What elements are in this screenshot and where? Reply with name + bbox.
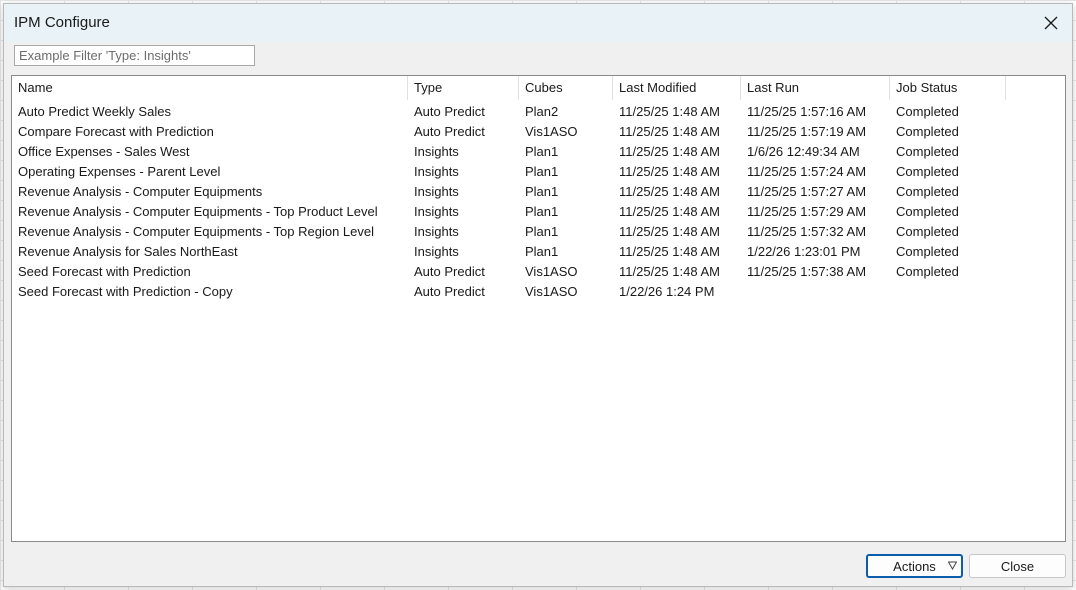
table-row[interactable]: Revenue Analysis - Computer Equipments In… xyxy=(12,182,1065,202)
cell-name: Seed Forecast with Prediction xyxy=(18,264,191,279)
close-button-label: Close xyxy=(1000,558,1035,574)
close-icon xyxy=(1044,16,1058,30)
column-header-job-status[interactable]: Job Status xyxy=(890,76,1006,100)
cell-job-status: Completed xyxy=(896,204,959,219)
table-row[interactable]: Seed Forecast with Prediction Auto Predic… xyxy=(12,262,1065,282)
cell-name: Revenue Analysis - Computer Equipments -… xyxy=(18,224,375,239)
list-header: Name Type Cubes Last Modified Last Run J… xyxy=(12,76,1065,100)
cell-last-run: 1/22/26 1:23:01 PM xyxy=(747,244,861,259)
cell-name: Auto Predict Weekly Sales xyxy=(18,104,171,119)
dialog-title: IPM Configure xyxy=(14,14,110,31)
cell-type: Auto Predict xyxy=(414,284,485,299)
cell-type: Auto Predict xyxy=(414,104,485,119)
jobs-list[interactable]: Name Type Cubes Last Modified Last Run J… xyxy=(11,75,1066,542)
cell-job-status: Completed xyxy=(896,124,959,139)
actions-button-label: Actions xyxy=(893,558,936,574)
cell-name: Office Expenses - Sales West xyxy=(18,144,190,159)
cell-name: Operating Expenses - Parent Level xyxy=(18,164,221,179)
table-row[interactable]: Seed Forecast with Prediction - Copy Auto… xyxy=(12,282,1065,302)
cell-job-status: Completed xyxy=(896,224,959,239)
cell-last-run: 11/25/25 1:57:19 AM xyxy=(747,124,867,139)
cell-cubes: Vis1ASO xyxy=(525,124,578,139)
cell-cubes: Plan1 xyxy=(525,224,559,239)
table-row[interactable]: Revenue Analysis - Computer Equipments -… xyxy=(12,222,1065,242)
close-window-button[interactable] xyxy=(1036,8,1066,38)
table-row[interactable]: Compare Forecast with Prediction Auto Pre… xyxy=(12,122,1065,142)
cell-name: Revenue Analysis - Computer Equipments -… xyxy=(18,204,378,219)
column-header-last-run[interactable]: Last Run xyxy=(741,76,890,100)
cell-last-modified: 11/25/25 1:48 AM xyxy=(619,204,720,219)
column-header-type[interactable]: Type xyxy=(408,76,519,100)
cell-last-run: 11/25/25 1:57:27 AM xyxy=(747,184,867,199)
cell-job-status: Completed xyxy=(896,264,959,279)
cell-cubes: Plan2 xyxy=(525,104,559,119)
cell-last-modified: 1/22/26 1:24 PM xyxy=(619,284,715,299)
cell-last-modified: 11/25/25 1:48 AM xyxy=(619,144,720,159)
cell-job-status: Completed xyxy=(896,164,959,179)
cell-last-run: 11/25/25 1:57:29 AM xyxy=(747,204,867,219)
cell-type: Insights xyxy=(414,144,459,159)
table-row[interactable]: Office Expenses - Sales West Insights Plan… xyxy=(12,142,1065,162)
cell-last-modified: 11/25/25 1:48 AM xyxy=(619,164,720,179)
ipm-configure-dialog: IPM Configure Name Type Cubes Last Modif… xyxy=(3,3,1073,587)
table-row[interactable]: Operating Expenses - Parent Level Insight… xyxy=(12,162,1065,182)
cell-cubes: Plan1 xyxy=(525,184,559,199)
cell-job-status: Completed xyxy=(896,144,959,159)
cell-type: Insights xyxy=(414,204,459,219)
cell-cubes: Plan1 xyxy=(525,244,559,259)
cell-job-status: Completed xyxy=(896,244,959,259)
cell-name: Seed Forecast with Prediction - Copy xyxy=(18,284,233,299)
cell-cubes: Vis1ASO xyxy=(525,284,578,299)
close-button[interactable]: Close xyxy=(969,554,1066,578)
cell-last-modified: 11/25/25 1:48 AM xyxy=(619,124,720,139)
cell-last-modified: 11/25/25 1:48 AM xyxy=(619,244,720,259)
column-header-last-modified[interactable]: Last Modified xyxy=(613,76,741,100)
cell-last-run xyxy=(741,282,890,302)
cell-type: Auto Predict xyxy=(414,124,485,139)
cell-type: Insights xyxy=(414,164,459,179)
table-row[interactable]: Revenue Analysis for Sales NorthEast Insi… xyxy=(12,242,1065,262)
cell-job-status xyxy=(890,282,1006,302)
cell-cubes: Plan1 xyxy=(525,144,559,159)
cell-cubes: Plan1 xyxy=(525,204,559,219)
cell-last-modified: 11/25/25 1:48 AM xyxy=(619,264,720,279)
filter-input[interactable] xyxy=(14,45,255,66)
cell-last-modified: 11/25/25 1:48 AM xyxy=(619,104,720,119)
cell-job-status: Completed xyxy=(896,104,959,119)
cell-last-run: 11/25/25 1:57:24 AM xyxy=(747,164,867,179)
table-row[interactable]: Auto Predict Weekly Sales Auto Predict Pla… xyxy=(12,102,1065,122)
cell-name: Revenue Analysis - Computer Equipments xyxy=(18,184,263,199)
table-row[interactable]: Revenue Analysis - Computer Equipments -… xyxy=(12,202,1065,222)
cell-type: Insights xyxy=(414,244,459,259)
cell-last-run: 1/6/26 12:49:34 AM xyxy=(747,144,860,159)
cell-cubes: Plan1 xyxy=(525,164,559,179)
actions-button[interactable]: Actions xyxy=(866,554,963,578)
cell-last-modified: 11/25/25 1:48 AM xyxy=(619,224,720,239)
cell-name: Compare Forecast with Prediction xyxy=(18,124,214,139)
cell-last-run: 11/25/25 1:57:32 AM xyxy=(747,224,867,239)
chevron-down-icon xyxy=(948,561,957,570)
cell-type: Insights xyxy=(414,224,459,239)
cell-type: Insights xyxy=(414,184,459,199)
title-bar: IPM Configure xyxy=(4,4,1072,42)
column-header-cubes[interactable]: Cubes xyxy=(519,76,613,100)
cell-name: Revenue Analysis for Sales NorthEast xyxy=(18,244,238,259)
cell-last-run: 11/25/25 1:57:38 AM xyxy=(747,264,867,279)
cell-job-status: Completed xyxy=(896,184,959,199)
cell-type: Auto Predict xyxy=(414,264,485,279)
cell-cubes: Vis1ASO xyxy=(525,264,578,279)
cell-last-run: 11/25/25 1:57:16 AM xyxy=(747,104,867,119)
column-header-name[interactable]: Name xyxy=(12,76,408,100)
cell-last-modified: 11/25/25 1:48 AM xyxy=(619,184,720,199)
